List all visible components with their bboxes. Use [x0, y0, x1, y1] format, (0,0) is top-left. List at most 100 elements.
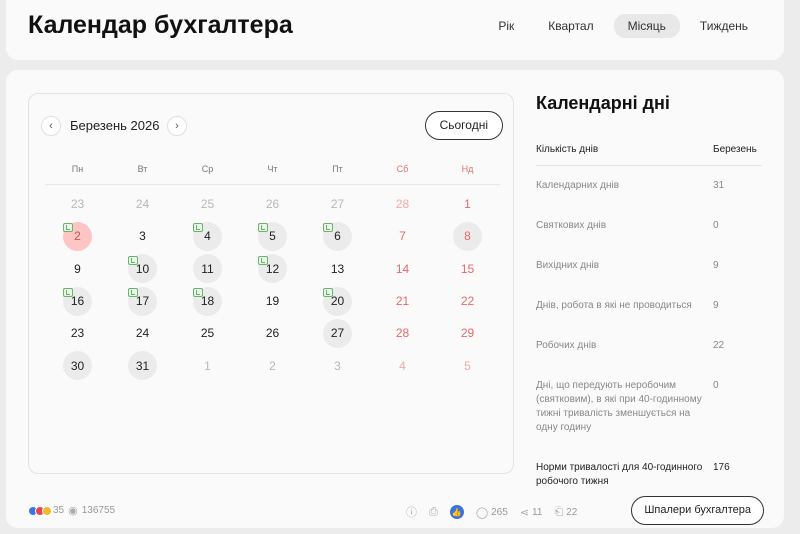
row-label: Робочих днів	[536, 340, 597, 351]
calendar-cell: 2	[45, 220, 110, 252]
row-label: Дні, що передують неробочим (святковим),…	[536, 380, 702, 433]
calendar-day[interactable]: 15	[453, 254, 482, 283]
calendar-day[interactable]: 19	[258, 287, 287, 316]
note-icon	[258, 223, 268, 233]
calendar-day[interactable]: 3	[323, 351, 352, 380]
bookmarks-stat[interactable]: ⎗ 22	[554, 506, 577, 519]
calendar-cell: 25	[175, 188, 240, 220]
calendar-day[interactable]: 24	[128, 319, 157, 348]
days-table-header: Кількість днів Березень	[536, 144, 762, 166]
calendar-day[interactable]: 1	[453, 190, 482, 219]
calendar-day[interactable]: 31	[128, 351, 157, 381]
calendar-day[interactable]: 8	[453, 221, 482, 251]
calendar-day[interactable]: 3	[128, 222, 157, 251]
calendar-day[interactable]: 25	[193, 190, 222, 219]
calendar-day[interactable]: 14	[388, 254, 417, 283]
row-value: 9	[713, 260, 719, 271]
note-icon	[63, 223, 73, 233]
calendar-cell: 13	[305, 253, 370, 285]
next-month-button[interactable]: ›	[167, 116, 187, 136]
row-label: Днів, робота в які не проводиться	[536, 300, 692, 311]
note-icon	[323, 223, 333, 233]
calendar-card: ‹ Березень 2026 › Сьогодні Пн Вт Ср Чт Пт Сб Н…	[28, 93, 514, 474]
calendar-day[interactable]: 23	[63, 190, 92, 219]
calendar-day[interactable]: 22	[453, 287, 482, 316]
days-table-row: Календарних днів 31	[536, 166, 762, 206]
calendar-cell: 7	[370, 220, 435, 252]
calendar-day[interactable]: 21	[388, 287, 417, 316]
comments-stat[interactable]: ◯ 265	[476, 506, 508, 519]
row-label: Вихідних днів	[536, 260, 600, 271]
month-label: Березень 2026	[70, 118, 160, 133]
row-value: 0	[713, 220, 719, 231]
calendar-cell: 30	[45, 349, 110, 381]
calendar-day[interactable]: 13	[323, 254, 352, 283]
calendar-day[interactable]: 2	[258, 351, 287, 380]
note-icon	[193, 287, 203, 297]
calendar-day[interactable]: 29	[453, 319, 482, 348]
calendar-cell: 28	[370, 317, 435, 349]
calendar-cell: 10	[110, 253, 175, 285]
views-count: 136755	[81, 505, 116, 516]
note-icon	[128, 287, 138, 297]
calendar-cell: 2	[240, 349, 305, 381]
row-value: 22	[713, 340, 725, 351]
wallpaper-button[interactable]: Шпалери бухгалтера	[631, 496, 764, 525]
calendar-cell: 9	[45, 253, 110, 285]
calendar-day[interactable]: 4	[388, 351, 417, 380]
row-label: Календарних днів	[536, 180, 620, 191]
comments-count: 265	[491, 506, 508, 518]
calendar-day[interactable]: 26	[258, 190, 287, 219]
calendar-cell: 25	[175, 317, 240, 349]
calendar-cell: 1	[435, 188, 500, 220]
prev-month-button[interactable]: ‹	[41, 116, 61, 136]
reactions[interactable]	[28, 505, 52, 516]
calendar-day[interactable]: 5	[453, 351, 482, 380]
print-icon[interactable]: ⎙	[429, 506, 438, 519]
weekday-label: Нд	[461, 164, 474, 174]
calendar-day[interactable]: 30	[63, 351, 92, 381]
note-icon	[258, 255, 268, 265]
today-button[interactable]: Сьогодні	[424, 111, 503, 140]
col-month-header: Березень	[713, 144, 757, 155]
comment-icon: ◯	[475, 506, 489, 519]
tab-view-1[interactable]: Квартал	[534, 14, 607, 38]
calendar-cell: 11	[175, 253, 240, 285]
smile-reaction-icon	[42, 505, 52, 516]
calendar-day[interactable]: 27	[323, 318, 352, 348]
calendar-day[interactable]: 26	[258, 319, 287, 348]
bookmarks-count: 22	[566, 506, 578, 518]
calendar-cell: 24	[110, 317, 175, 349]
calendar-day[interactable]: 25	[193, 319, 222, 348]
calendar-cell: 8	[435, 220, 500, 252]
calendar-cell: 5	[240, 220, 305, 252]
calendar-day[interactable]: 24	[128, 190, 157, 219]
calendar-day[interactable]: 7	[388, 222, 417, 251]
info-icon[interactable]: ⓘ	[406, 504, 417, 520]
tab-view-2[interactable]: Місяць	[613, 14, 680, 38]
calendar-day[interactable]: 1	[193, 351, 222, 380]
calendar-day[interactable]: 28	[388, 190, 417, 219]
row-value: 176	[713, 462, 730, 473]
calendar-day[interactable]: 9	[63, 254, 92, 283]
calendar-day[interactable]: 23	[63, 319, 92, 348]
calendar-cell: 4	[370, 349, 435, 381]
tab-view-3[interactable]: Тиждень	[686, 14, 762, 38]
row-label: Святкових днів	[536, 220, 607, 231]
tab-view-0[interactable]: Рік	[484, 14, 528, 38]
calendar-cell: 29	[435, 317, 500, 349]
weekday-label: Ср	[201, 164, 214, 174]
reactions-count: 35	[53, 505, 65, 516]
days-table-row: Святкових днів 0	[536, 206, 762, 246]
shares-count: 11	[532, 506, 543, 518]
calendar-day[interactable]: 11	[193, 254, 222, 284]
calendar-day[interactable]: 28	[388, 319, 417, 348]
calendar-day[interactable]: 27	[323, 190, 352, 219]
like-icon[interactable]: 👍	[449, 505, 464, 519]
shares-stat[interactable]: ⋖ 11	[520, 506, 543, 519]
weekday-label: Пн	[71, 164, 84, 174]
weekday-label: Пт	[332, 164, 343, 174]
calendar-cell: 17	[110, 285, 175, 317]
calendar-cell: 3	[305, 349, 370, 381]
calendar-cell: 6	[305, 220, 370, 252]
